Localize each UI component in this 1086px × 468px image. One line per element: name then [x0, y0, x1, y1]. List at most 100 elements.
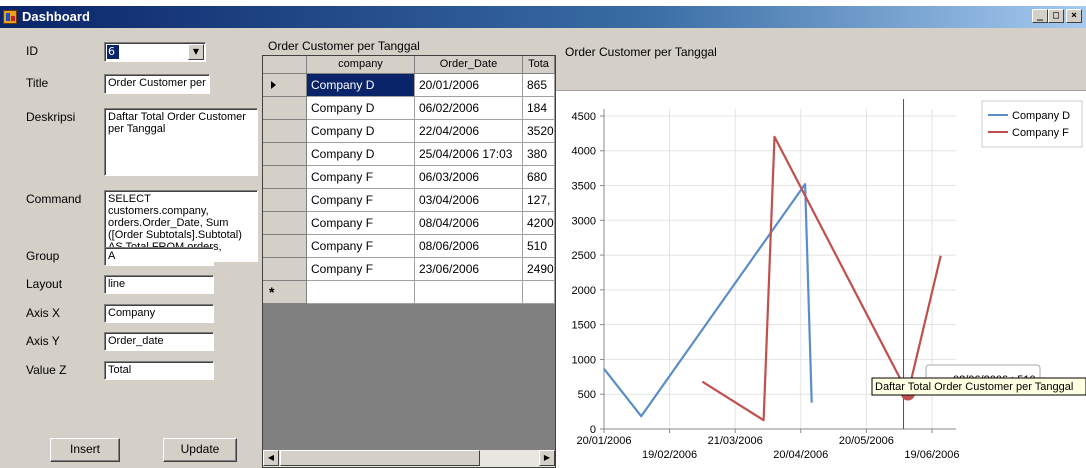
description-input[interactable]: Daftar Total Order Customer per Tanggal: [104, 108, 258, 176]
new-row-star-icon: *: [269, 284, 275, 300]
cell-company[interactable]: Company F: [307, 258, 415, 281]
table-row[interactable]: Company D 22/04/2006 3520: [263, 120, 555, 143]
y-tick-label: 2500: [572, 250, 596, 262]
cell-order-date[interactable]: 08/04/2006: [415, 212, 523, 235]
y-tick-label: 2000: [572, 285, 596, 297]
value-z-input[interactable]: Total: [104, 361, 214, 380]
layout-input[interactable]: line: [104, 275, 214, 294]
chart-panel: Order Customer per Tanggal 0 500 1000 1500 2…: [556, 28, 1086, 468]
table-row[interactable]: Company D 06/02/2006 184: [263, 97, 555, 120]
cell-total[interactable]: 380: [523, 143, 555, 166]
cell-total[interactable]: 865: [523, 74, 555, 97]
id-label: ID: [26, 44, 38, 58]
cell-order-date[interactable]: 22/04/2006: [415, 120, 523, 143]
cell-total[interactable]: 510: [523, 235, 555, 258]
cell-company[interactable]: Company F: [307, 189, 415, 212]
legend-label: Company D: [1012, 110, 1070, 122]
cell-company[interactable]: Company D: [307, 74, 415, 97]
cell-total[interactable]: 127,: [523, 189, 555, 212]
table-row[interactable]: Company D 25/04/2006 17:03 380: [263, 143, 555, 166]
cell-order-date[interactable]: 23/06/2006: [415, 258, 523, 281]
axis-x-input[interactable]: Company: [104, 304, 214, 323]
cell-order-date[interactable]: 25/04/2006 17:03: [415, 143, 523, 166]
value-z-label: Value Z: [26, 363, 67, 377]
scroll-thumb[interactable]: [280, 450, 480, 466]
column-header-company[interactable]: company: [307, 56, 415, 74]
new-row-header[interactable]: *: [263, 281, 307, 304]
grid-corner-header[interactable]: [263, 56, 307, 74]
group-input[interactable]: A: [104, 247, 214, 266]
x-tick-label: 19/06/2006: [904, 449, 959, 461]
axis-y-input[interactable]: Order_date: [104, 332, 214, 351]
table-row[interactable]: Company F 03/04/2006 127,: [263, 189, 555, 212]
new-row[interactable]: *: [263, 281, 555, 304]
cell-total[interactable]: 4200: [523, 212, 555, 235]
cell-total[interactable]: 680: [523, 166, 555, 189]
group-label: Group: [26, 249, 60, 263]
title-input[interactable]: Order Customer per: [104, 74, 210, 94]
cell-company[interactable]: [307, 281, 415, 304]
y-tick-label: 1000: [572, 354, 596, 366]
id-combobox[interactable]: 6 ▼: [104, 42, 206, 62]
id-combobox-value: 6: [107, 45, 119, 59]
cell-order-date[interactable]: 20/01/2006: [415, 74, 523, 97]
cell-company[interactable]: Company F: [307, 166, 415, 189]
x-tick-label: 21/03/2006: [708, 435, 763, 447]
cell-company[interactable]: Company F: [307, 235, 415, 258]
insert-button[interactable]: Insert: [50, 438, 120, 462]
x-tick-label: 19/02/2006: [642, 449, 697, 461]
cell-total[interactable]: [523, 281, 555, 304]
table-row[interactable]: Company D 20/01/2006 865: [263, 74, 555, 97]
cell-order-date[interactable]: 03/04/2006: [415, 189, 523, 212]
row-header[interactable]: [263, 189, 307, 212]
column-header-order-date[interactable]: Order_Date: [415, 56, 523, 74]
row-header[interactable]: [263, 258, 307, 281]
cell-company[interactable]: Company F: [307, 212, 415, 235]
app-icon: [3, 10, 17, 24]
cell-total[interactable]: 184: [523, 97, 555, 120]
x-tick-label: 20/05/2006: [839, 435, 894, 447]
cell-order-date[interactable]: 08/06/2006: [415, 235, 523, 258]
cell-order-date[interactable]: 06/03/2006: [415, 166, 523, 189]
scroll-left-icon[interactable]: ◀: [263, 450, 279, 466]
cell-company[interactable]: Company D: [307, 143, 415, 166]
hover-label-text: Daftar Total Order Customer per Tanggal: [875, 381, 1073, 393]
x-tick-label: 20/04/2006: [773, 449, 828, 461]
row-header[interactable]: [263, 166, 307, 189]
chevron-down-icon[interactable]: ▼: [188, 44, 204, 60]
cell-company[interactable]: Company D: [307, 97, 415, 120]
title-bar[interactable]: Dashboard _ □ ×: [0, 6, 1086, 28]
axis-x-label: Axis X: [26, 306, 61, 320]
data-grid[interactable]: company Order_Date Tota Company D 20/01/2…: [262, 55, 556, 468]
row-header[interactable]: [263, 235, 307, 258]
row-header[interactable]: [263, 97, 307, 120]
y-tick-label: 1500: [572, 320, 596, 332]
command-label: Command: [26, 192, 82, 206]
table-row[interactable]: Company F 06/03/2006 680: [263, 166, 555, 189]
row-header[interactable]: [263, 74, 307, 97]
cell-company[interactable]: Company D: [307, 120, 415, 143]
y-tick-label: 4000: [572, 146, 596, 158]
cell-total[interactable]: 2490: [523, 258, 555, 281]
grid-rows: company Order_Date Tota Company D 20/01/2…: [263, 56, 555, 304]
chart-area[interactable]: 0 500 1000 1500 2000 2500 3000 3500 4000 4500 20/0…: [556, 90, 1086, 468]
grid-header-row: company Order_Date Tota: [263, 56, 555, 74]
column-header-total[interactable]: Tota: [523, 56, 555, 74]
row-header[interactable]: [263, 143, 307, 166]
scroll-right-icon[interactable]: ▶: [539, 450, 555, 466]
line-chart[interactable]: 05001000150020002500300035004000450020/0…: [556, 91, 1086, 468]
horizontal-scrollbar[interactable]: ◀ ▶: [263, 450, 555, 467]
cell-order-date[interactable]: 06/02/2006: [415, 97, 523, 120]
table-row[interactable]: Company F 08/04/2006 4200: [263, 212, 555, 235]
table-row[interactable]: Company F 23/06/2006 2490: [263, 258, 555, 281]
minimize-button[interactable]: _: [1032, 9, 1048, 23]
table-row[interactable]: Company F 08/06/2006 510: [263, 235, 555, 258]
row-header[interactable]: [263, 212, 307, 235]
update-button[interactable]: Update: [163, 438, 237, 462]
maximize-button[interactable]: □: [1048, 9, 1064, 23]
window-controls: _ □ ×: [1032, 9, 1082, 23]
cell-order-date[interactable]: [415, 281, 523, 304]
cell-total[interactable]: 3520: [523, 120, 555, 143]
close-button[interactable]: ×: [1066, 9, 1082, 23]
row-header[interactable]: [263, 120, 307, 143]
